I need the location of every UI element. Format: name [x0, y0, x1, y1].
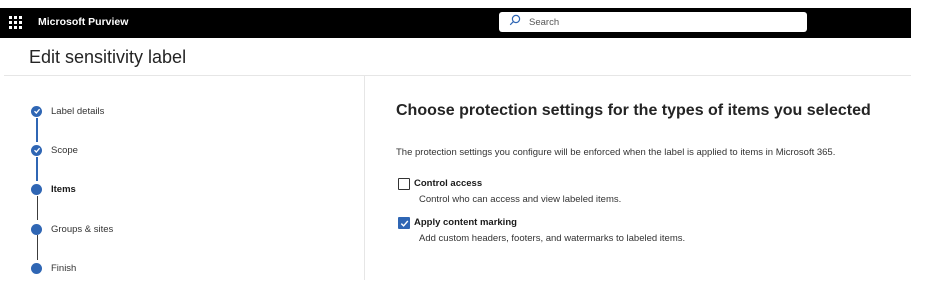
app-launcher-icon[interactable] [9, 16, 23, 30]
step-dot-icon [31, 262, 42, 274]
step-connector [37, 196, 38, 220]
app-name[interactable]: Microsoft Purview [38, 16, 128, 28]
step-connector [36, 118, 38, 142]
panel-divider [364, 76, 365, 280]
option-label[interactable]: Apply content marking [414, 217, 517, 228]
step-label-details[interactable]: Label details [31, 104, 104, 118]
step-finish[interactable]: Finish [31, 261, 76, 275]
step-label: Items [51, 183, 76, 195]
top-bar: Microsoft Purview [0, 8, 911, 38]
step-label: Scope [51, 144, 78, 156]
section-description: The protection settings you configure wi… [396, 147, 836, 158]
step-dot-icon [31, 223, 42, 235]
content-marking-checkbox[interactable] [398, 217, 410, 229]
section-heading: Choose protection settings for the types… [396, 102, 871, 119]
step-label: Groups & sites [51, 223, 114, 235]
check-icon [31, 105, 42, 117]
search-icon [509, 13, 521, 31]
step-label: Finish [51, 262, 77, 274]
search-input[interactable] [527, 15, 791, 29]
step-items[interactable]: Items [31, 182, 76, 196]
check-icon [31, 144, 42, 156]
checkmark-icon [400, 220, 408, 227]
page-title: Edit sensitivity label [29, 47, 187, 67]
step-label: Label details [51, 105, 105, 117]
current-step-dot-icon [31, 183, 42, 195]
control-access-checkbox[interactable] [398, 178, 410, 190]
step-connector [36, 157, 38, 181]
option-description: Control who can access and view labeled … [419, 194, 622, 205]
step-scope[interactable]: Scope [31, 143, 78, 157]
option-description: Add custom headers, footers, and waterma… [419, 233, 686, 244]
step-groups-sites[interactable]: Groups & sites [31, 222, 113, 236]
step-connector [37, 235, 38, 260]
option-label[interactable]: Control access [414, 178, 482, 189]
search-box[interactable] [499, 12, 807, 32]
header-divider [4, 75, 911, 76]
